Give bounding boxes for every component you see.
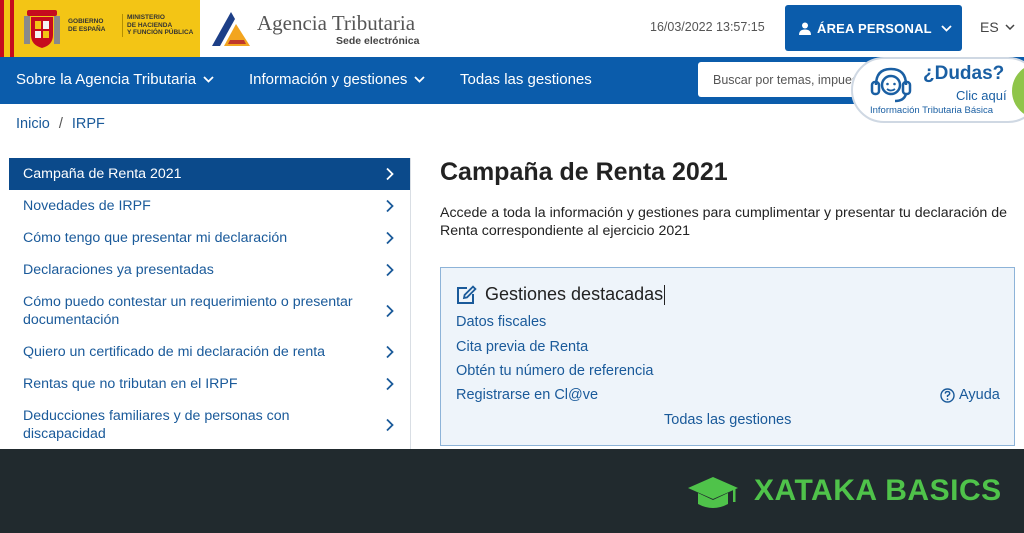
user-icon <box>799 22 811 35</box>
agency-subtitle: Sede electrónica <box>336 35 420 47</box>
link-registrarse-clave[interactable]: Registrarse en Cl@ve <box>456 387 598 403</box>
area-personal-button[interactable]: ÁREA PERSONAL <box>785 5 962 51</box>
dudas-action: Clic aquí <box>956 88 1007 103</box>
sidebar-item-novedades[interactable]: Novedades de IRPF <box>9 190 410 222</box>
chevron-right-icon <box>386 199 394 213</box>
dudas-help-widget[interactable]: ¿Dudas? Clic aquí Información Tributaria… <box>851 57 1024 123</box>
page-intro: Accede a toda la información y gestiones… <box>440 205 1008 239</box>
link-numero-referencia[interactable]: Obtén tu número de referencia <box>456 363 653 379</box>
sidebar-item-label: Declaraciones ya presentadas <box>23 262 214 278</box>
sidebar-item-deducciones[interactable]: Deducciones familiares y de personas con… <box>9 400 410 450</box>
nav-item-sobre-agencia[interactable]: Sobre la Agencia Tributaria <box>16 71 214 88</box>
breadcrumb: Inicio / IRPF <box>16 116 105 132</box>
site-header: GOBIERNO DE ESPAÑA MINISTERIO DE HACIEND… <box>0 0 1024 57</box>
sidebar-item-label: Quiero un certificado de mi declaración … <box>23 344 326 360</box>
sidebar-item-label: Deducciones familiares y de personas con… <box>23 408 290 442</box>
breadcrumb-inicio[interactable]: Inicio <box>16 116 50 132</box>
sidebar-item-declaraciones-presentadas[interactable]: Declaraciones ya presentadas <box>9 254 410 286</box>
sidebar-menu: Campaña de Renta 2021 Novedades de IRPF … <box>9 158 411 450</box>
area-personal-label: ÁREA PERSONAL <box>817 20 932 36</box>
chevron-right-icon <box>386 345 394 359</box>
agency-title: Agencia Tributaria <box>257 11 416 35</box>
chevron-right-icon <box>386 231 394 245</box>
breadcrumb-irpf[interactable]: IRPF <box>72 116 105 132</box>
headset-agent-icon <box>870 67 912 103</box>
sidebar-item-label: Rentas que no tributan en el IRPF <box>23 376 238 392</box>
ayuda-label: Ayuda <box>959 387 1000 403</box>
nav-item-label: Todas las gestiones <box>460 71 592 88</box>
sidebar-item-label: Cómo puedo contestar un requerimiento o … <box>23 294 353 328</box>
chevron-down-icon <box>1005 24 1015 30</box>
flag-stripe <box>0 0 14 57</box>
nav-item-informacion-gestiones[interactable]: Información y gestiones <box>249 71 426 88</box>
sidebar-item-label: Cómo tengo que presentar mi declaración <box>23 230 288 246</box>
sidebar-item-como-presentar[interactable]: Cómo tengo que presentar mi declaración <box>9 222 410 254</box>
sidebar-item-label: Novedades de IRPF <box>23 198 151 214</box>
chevron-down-icon <box>941 24 952 32</box>
session-datetime: 16/03/2022 13:57:15 <box>650 20 765 34</box>
ayuda-link[interactable]: Ayuda <box>940 387 1000 403</box>
edit-icon <box>457 284 477 304</box>
aeat-emblem-icon <box>212 12 250 46</box>
breadcrumb-separator: / <box>58 116 63 132</box>
nav-item-label: Información y gestiones <box>249 71 408 88</box>
nav-item-todas-gestiones[interactable]: Todas las gestiones <box>460 71 592 88</box>
chevron-right-icon <box>386 304 394 318</box>
language-selector[interactable]: ES <box>980 19 1015 35</box>
dudas-accent-tab <box>1012 63 1024 119</box>
nav-item-label: Sobre la Agencia Tributaria <box>16 71 197 88</box>
ministerio-text: MINISTERIO DE HACIENDA Y FUNCIÓN PÚBLICA <box>122 14 198 37</box>
gobierno-text: GOBIERNO DE ESPAÑA <box>68 18 106 33</box>
language-label: ES <box>980 19 999 35</box>
text-cursor <box>664 284 666 305</box>
chevron-right-icon <box>386 263 394 277</box>
xataka-basics-logo-text: XATAKA BASICS <box>754 474 1002 507</box>
sidebar-item-campana-renta[interactable]: Campaña de Renta 2021 <box>9 158 410 190</box>
sidebar-item-requerimiento[interactable]: Cómo puedo contestar un requerimiento o … <box>9 286 410 336</box>
agencia-tributaria-logo[interactable]: Agencia Tributaria Sede electrónica <box>208 6 428 52</box>
chevron-right-icon <box>386 377 394 391</box>
link-datos-fiscales[interactable]: Datos fiscales <box>456 314 546 330</box>
gestiones-destacadas-label: Gestiones destacadas <box>485 284 664 304</box>
dudas-subtitle: Información Tributaria Básica <box>870 105 994 116</box>
sidebar-item-rentas-no-tributan[interactable]: Rentas que no tributan en el IRPF <box>9 368 410 400</box>
chevron-down-icon <box>414 76 426 83</box>
sidebar-item-certificado[interactable]: Quiero un certificado de mi declaración … <box>9 336 410 368</box>
chevron-down-icon <box>203 76 214 83</box>
sidebar-item-label: Campaña de Renta 2021 <box>23 166 182 182</box>
gestiones-destacadas-heading: Gestiones destacadas <box>456 284 666 305</box>
question-circle-icon <box>940 387 955 403</box>
graduation-cap-icon <box>688 477 738 508</box>
gestiones-destacadas-panel: Gestiones destacadas Datos fiscales Cita… <box>440 267 1015 446</box>
link-cita-previa[interactable]: Cita previa de Renta <box>456 339 588 355</box>
chevron-right-icon <box>386 418 394 432</box>
link-todas-gestiones[interactable]: Todas las gestiones <box>664 412 791 428</box>
page-title: Campaña de Renta 2021 <box>440 158 728 186</box>
dudas-title: ¿Dudas? <box>923 63 1005 84</box>
coat-of-arms-icon <box>24 10 60 48</box>
search-input[interactable] <box>698 62 868 97</box>
gobierno-de-espana-logo[interactable]: GOBIERNO DE ESPAÑA MINISTERIO DE HACIEND… <box>0 0 200 57</box>
chevron-right-icon <box>386 167 394 181</box>
